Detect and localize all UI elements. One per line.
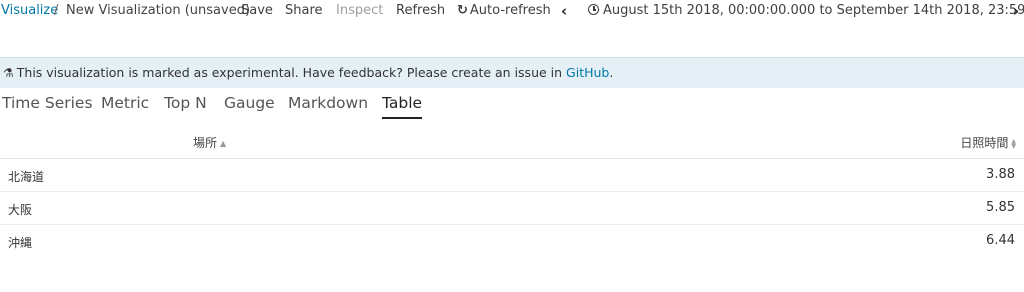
time-range-label: August 15th 2018, 00:00:00.000 to Septem… bbox=[603, 3, 1024, 18]
auto-refresh-label: Auto-refresh bbox=[469, 3, 551, 18]
refresh-button[interactable]: Refresh bbox=[396, 0, 445, 22]
breadcrumb-separator: / bbox=[54, 3, 59, 18]
time-picker-button[interactable]: August 15th 2018, 00:00:00.000 to Septem… bbox=[588, 0, 1024, 22]
table-row: 沖縄 6.44 bbox=[0, 225, 1024, 257]
cell-place: 大阪 bbox=[8, 203, 33, 217]
banner-text: This visualization is marked as experime… bbox=[16, 65, 563, 80]
chevron-left-icon[interactable]: ‹ bbox=[561, 0, 567, 22]
flask-icon: ⚗ bbox=[3, 66, 14, 80]
cell-place: 沖縄 bbox=[8, 236, 33, 250]
tab-gauge[interactable]: Gauge bbox=[224, 94, 275, 117]
cell-place: 北海道 bbox=[8, 170, 45, 184]
share-button[interactable]: Share bbox=[285, 0, 323, 22]
column-header-sunshine-label: 日照時間 bbox=[960, 136, 1009, 150]
github-link[interactable]: GitHub bbox=[566, 65, 609, 80]
sort-up-icon: ▲ bbox=[220, 139, 227, 148]
table-row: 北海道 3.88 bbox=[0, 159, 1024, 192]
tab-table[interactable]: Table bbox=[382, 94, 423, 119]
refresh-icon: ↻ bbox=[457, 3, 468, 18]
table-row: 大阪 5.85 bbox=[0, 192, 1024, 225]
cell-sunshine: 3.88 bbox=[986, 167, 1015, 182]
column-header-place[interactable]: 場所 ▲ bbox=[193, 134, 226, 151]
cell-sunshine: 5.85 bbox=[986, 200, 1015, 215]
save-button[interactable]: Save bbox=[241, 0, 273, 22]
cell-sunshine: 6.44 bbox=[986, 233, 1015, 248]
auto-refresh-button[interactable]: ↻ Auto-refresh bbox=[457, 0, 551, 22]
page-title: New Visualization (unsaved) bbox=[66, 3, 251, 18]
clock-icon bbox=[588, 4, 599, 15]
breadcrumb-visualize-link[interactable]: Visualize bbox=[1, 0, 58, 22]
table-header: 場所 ▲ 日照時間 ▲ ▼ bbox=[0, 126, 1024, 159]
column-header-place-label: 場所 bbox=[193, 136, 218, 150]
tab-metric[interactable]: Metric bbox=[101, 94, 149, 117]
tab-top-n[interactable]: Top N bbox=[164, 94, 207, 117]
tab-markdown[interactable]: Markdown bbox=[288, 94, 368, 117]
top-nav-bar: Visualize / New Visualization (unsaved) … bbox=[0, 0, 1024, 22]
experimental-banner: ⚗ This visualization is marked as experim… bbox=[0, 57, 1024, 88]
tab-time-series[interactable]: Time Series bbox=[2, 94, 93, 117]
inspect-button[interactable]: Inspect bbox=[336, 0, 383, 22]
chevron-right-icon[interactable]: › bbox=[1013, 0, 1019, 22]
data-table: 場所 ▲ 日照時間 ▲ ▼ 北海道 3.88 大阪 5.85 沖縄 6.44 bbox=[0, 126, 1024, 257]
banner-suffix: . bbox=[609, 65, 614, 80]
sort-icon: ▲ ▼ bbox=[1011, 137, 1016, 150]
column-header-sunshine[interactable]: 日照時間 ▲ ▼ bbox=[960, 134, 1016, 151]
